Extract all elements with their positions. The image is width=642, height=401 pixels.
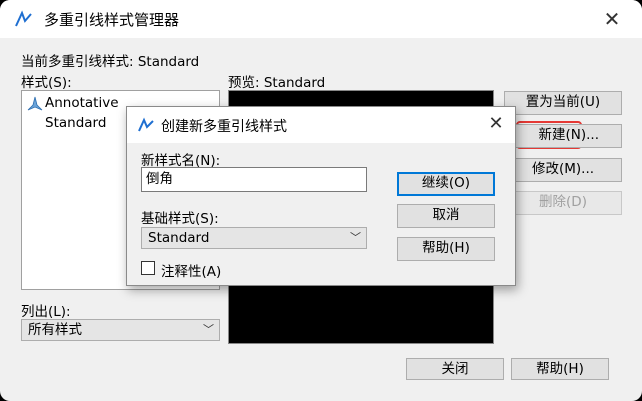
current-style-label: 当前多重引线样式: Standard <box>21 54 200 70</box>
style-name: Annotative <box>45 95 119 111</box>
continue-button[interactable]: 继续(O) <box>397 172 495 196</box>
styles-label: 样式(S): <box>21 75 72 91</box>
dialog-title: 创建新多重引线样式 <box>161 119 287 135</box>
create-new-style-dialog: 创建新多重引线样式 ✕ 新样式名(N): 倒角 基础样式(S): Standar… <box>126 106 516 286</box>
style-name: Standard <box>45 115 107 131</box>
base-style-label: 基础样式(S): <box>141 211 219 227</box>
close-icon[interactable]: ✕ <box>485 113 507 135</box>
app-icon <box>15 10 32 27</box>
list-label: 列出(L): <box>21 304 71 320</box>
preview-label: 预览: Standard <box>228 75 326 91</box>
close-button[interactable]: 关闭 <box>406 358 504 380</box>
help-button[interactable]: 帮助(H) <box>511 358 609 380</box>
annotative-icon <box>27 96 43 111</box>
set-current-button[interactable]: 置为当前(U) <box>504 91 622 115</box>
base-style-select[interactable]: Standard ﹀ <box>141 227 367 249</box>
new-name-label: 新样式名(N): <box>141 153 221 169</box>
annotative-checkbox[interactable] <box>141 261 155 275</box>
base-style-value: Standard <box>148 230 210 246</box>
list-filter-value: 所有样式 <box>28 322 82 338</box>
delete-button[interactable]: 删除(D) <box>504 191 622 215</box>
chevron-down-icon: ﹀ <box>350 231 361 244</box>
title-bar: 多重引线样式管理器 ✕ <box>0 0 642 38</box>
modify-button[interactable]: 修改(M)... <box>504 158 622 182</box>
app-icon <box>138 117 154 132</box>
close-icon[interactable]: ✕ <box>598 6 626 32</box>
annotative-label: 注释性(A) <box>161 264 222 280</box>
chevron-down-icon: ﹀ <box>203 323 214 336</box>
cancel-button[interactable]: 取消 <box>397 204 495 228</box>
new-button[interactable]: 新建(N)... <box>504 124 622 148</box>
list-filter-select[interactable]: 所有样式 ﹀ <box>21 319 220 341</box>
list-item[interactable]: Standard <box>40 114 116 132</box>
dialog-title-bar: 创建新多重引线样式 ✕ <box>127 107 515 143</box>
new-name-field[interactable]: 倒角 <box>141 167 367 192</box>
window-title: 多重引线样式管理器 <box>44 11 180 29</box>
help-button[interactable]: 帮助(H) <box>397 237 495 261</box>
